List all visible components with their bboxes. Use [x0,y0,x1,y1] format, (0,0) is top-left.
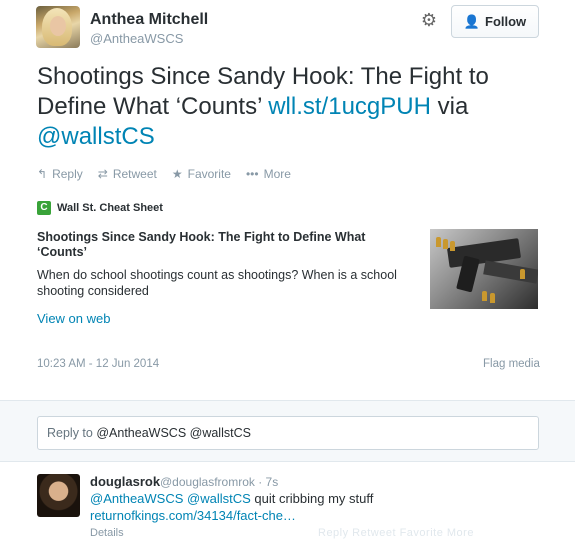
reply-mention-2: @wallstCS [186,426,251,440]
tweet-text: Shootings Since Sandy Hook: The Fight to… [37,62,547,152]
reply-mention-2[interactable]: @wallstCS [183,491,251,506]
star-icon: ★ [171,167,183,181]
thumbnail-bullet [520,269,525,279]
source-logo-icon: C [37,201,51,215]
reply-link[interactable]: returnofkings.com/34134/fact-che… [90,508,296,523]
tweet: Anthea Mitchell @AntheaWSCS ⚙ 👤 Follow S… [0,0,575,400]
tweet-mention[interactable]: @wallstCS [37,123,155,150]
link-card: C Wall St. Cheat Sheet Shootings Since S… [37,201,539,336]
reply-details-link[interactable]: Details [90,527,124,539]
thumbnail-bullet [443,239,448,249]
reply-text-plain: quit cribbing my stuff [250,491,374,506]
favorite-action[interactable]: ★ Favorite [172,167,231,181]
card-source[interactable]: C Wall St. Cheat Sheet [37,201,163,215]
card-description: When do school shootings count as shooti… [37,268,397,298]
reply-action[interactable]: ↰ Reply [37,167,83,181]
view-on-web-link[interactable]: View on web [37,311,110,326]
tweet-link[interactable]: wll.st/1ucgPUH [268,93,431,120]
author-handle[interactable]: @AntheaWSCS [90,31,183,46]
retweet-action[interactable]: ⇄ Retweet [98,167,157,181]
reply-label: Reply [52,167,83,181]
thumbnail-bullet [450,241,455,251]
reply-text: @AntheaWSCS @wallstCS quit cribbing my s… [90,490,540,524]
tweet-text-via: via [430,93,469,120]
thumbnail-bullet [490,293,495,303]
reply-mention-1: @AntheaWSCS [96,426,187,440]
card-thumbnail[interactable] [430,229,538,309]
avatar-face [50,16,66,36]
tweet-actions: ↰ Reply ⇄ Retweet ★ Favorite ••• More [37,167,291,181]
reply-author-avatar[interactable] [37,474,80,517]
reply-mention-1[interactable]: @AntheaWSCS [90,491,183,506]
follow-button[interactable]: 👤 Follow [451,5,539,38]
tweet-timestamp[interactable]: 10:23 AM - 12 Jun 2014 [37,358,159,370]
reply-hover-actions: Reply Retweet Favorite More [318,527,474,539]
more-action[interactable]: ••• More [246,167,291,181]
more-label: More [263,167,291,181]
retweet-icon: ⇄ [97,167,108,181]
favorite-label: Favorite [187,167,231,181]
author-name[interactable]: Anthea Mitchell [90,11,208,29]
reply-arrow-icon: ↰ [37,167,48,181]
ellipsis-icon: ••• [245,167,259,181]
thumbnail-bullet [436,237,441,247]
card-source-name: Wall St. Cheat Sheet [57,202,163,214]
gear-icon[interactable]: ⚙ [419,10,439,30]
reply-area: Reply to @AntheaWSCS @wallstCS [0,400,575,462]
reply-author-name[interactable]: douglasrok [90,474,160,489]
thumbnail-bullet [482,291,487,301]
card-title[interactable]: Shootings Since Sandy Hook: The Fight to… [37,230,407,260]
reply-tweet: douglasrok @douglasfromrok · 7s @AntheaW… [0,463,575,542]
thumbnail-second-gun [483,260,538,284]
flag-media-link[interactable]: Flag media [483,358,540,370]
person-add-icon: 👤 [463,13,480,29]
author-avatar[interactable] [36,6,80,48]
reply-input[interactable]: Reply to @AntheaWSCS @wallstCS [37,416,539,450]
reply-prefix: Reply to [47,426,97,440]
retweet-label: Retweet [112,167,157,181]
reply-author-meta[interactable]: @douglasfromrok · 7s [160,475,278,489]
follow-label: Follow [485,14,527,29]
